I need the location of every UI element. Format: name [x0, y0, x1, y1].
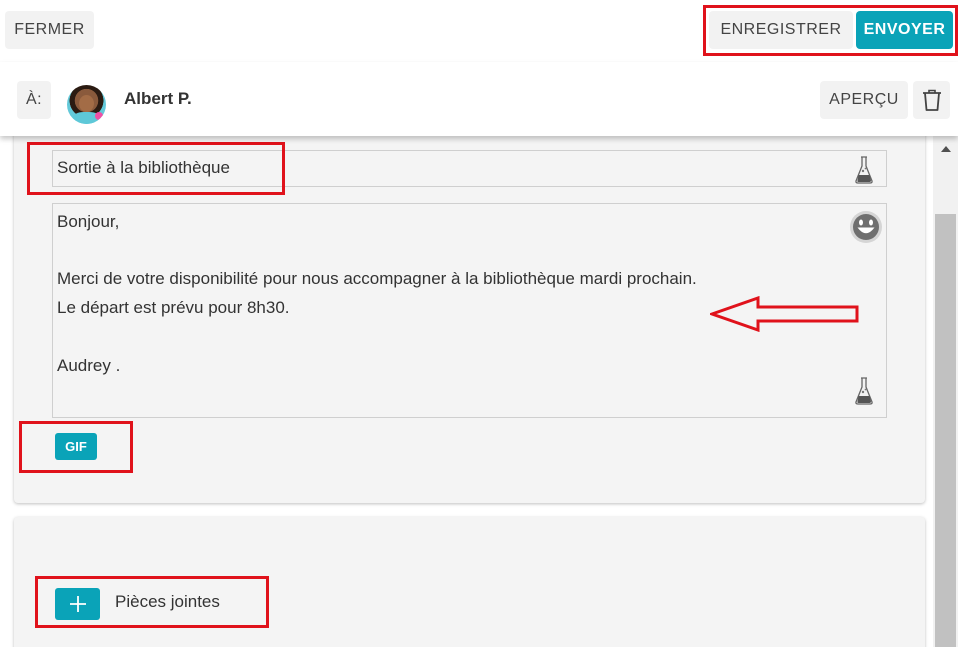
- recipient-row: À: Albert P. APERÇU: [0, 62, 958, 136]
- body-line-thanks: Merci de votre disponibilité pour nous a…: [57, 269, 697, 288]
- annotation-arrow-icon: [710, 296, 859, 332]
- body-line-departure: Le départ est prévu pour 8h30.: [57, 298, 290, 317]
- recipient-name: Albert P.: [124, 89, 192, 108]
- body-line-signature: Audrey .: [57, 356, 121, 375]
- scroll-up-arrow-icon[interactable]: [941, 146, 951, 152]
- flask-icon[interactable]: [853, 376, 875, 406]
- preview-button[interactable]: APERÇU: [820, 81, 908, 119]
- highlight-box-send: [703, 5, 958, 56]
- avatar: [67, 85, 106, 124]
- flask-icon[interactable]: [853, 155, 875, 185]
- compose-content: Sortie à la bibliothèque Bonjour, Merci …: [0, 136, 933, 647]
- scrollbar-thumb[interactable]: [935, 214, 956, 647]
- trash-icon: [922, 89, 941, 111]
- smiley-icon[interactable]: [849, 210, 883, 244]
- to-button[interactable]: À:: [17, 81, 51, 119]
- highlight-box-subject: [27, 142, 285, 195]
- highlight-box-gif: [19, 421, 133, 473]
- top-toolbar: FERMER ENREGISTRER ENVOYER: [0, 0, 958, 62]
- close-button[interactable]: FERMER: [5, 11, 94, 49]
- body-line-greeting: Bonjour,: [57, 212, 120, 231]
- delete-button[interactable]: [913, 81, 950, 119]
- vertical-scrollbar[interactable]: [933, 136, 958, 647]
- highlight-box-attachments: [35, 576, 269, 628]
